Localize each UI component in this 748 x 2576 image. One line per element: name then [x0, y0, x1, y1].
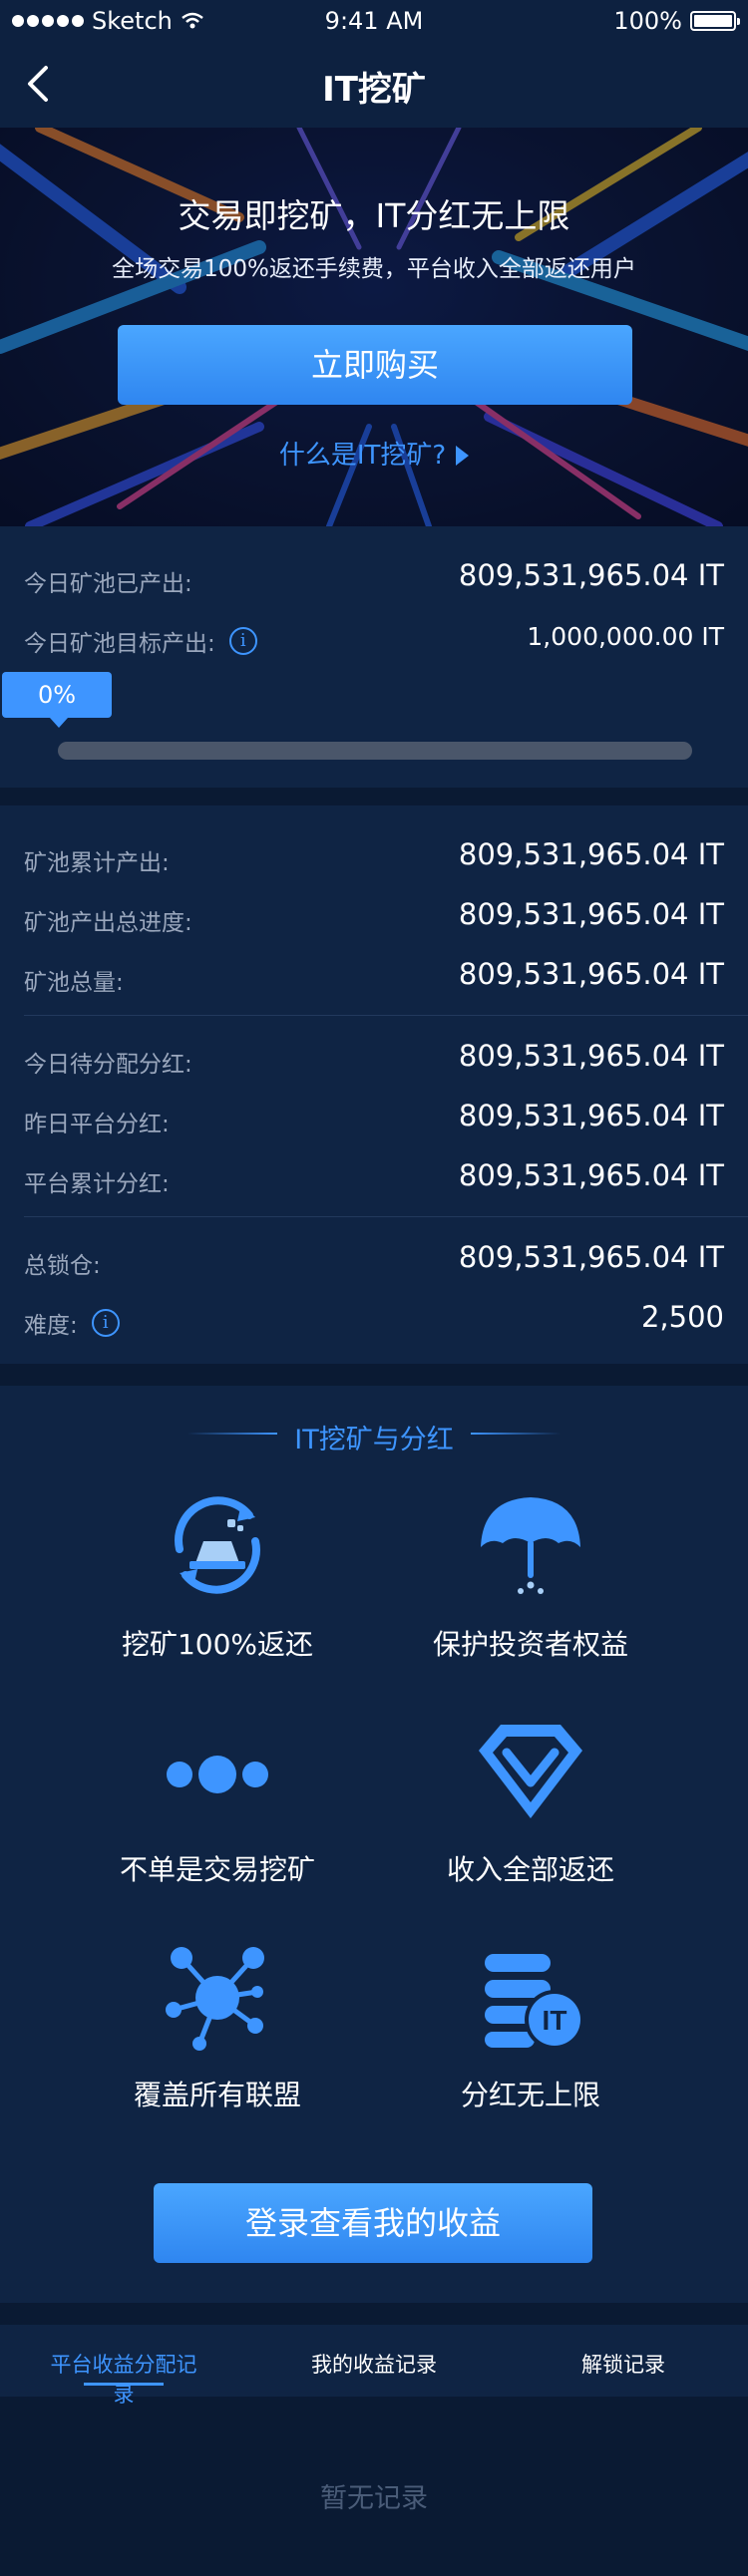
difficulty-label: 难度: [24, 1313, 78, 1339]
battery-percent: 100% [613, 7, 682, 35]
status-bar: Sketch 9:41 AM 100% [0, 0, 748, 40]
pool-total-label: 矿池总量: [24, 970, 124, 996]
feature-label: 不单是交易挖矿 [119, 1853, 315, 1886]
cumulative-dividend-row: 平台累计分红: 809,531,965.04 IT [24, 1158, 724, 1198]
network-icon [166, 1947, 264, 2051]
refresh-gold-icon [175, 1496, 260, 1594]
pool-total-value: 809,531,965.04 IT [458, 957, 724, 991]
diamond-icon [479, 1725, 582, 1818]
yesterday-dividend-label: 昨日平台分红: [24, 1112, 170, 1137]
feature-all-alliances: 覆盖所有联盟 [68, 1936, 367, 2113]
difficulty-value: 2,500 [640, 1300, 724, 1334]
tab-my-earnings[interactable]: 我的收益记录 [299, 2349, 449, 2379]
buy-now-button[interactable]: 立即购买 [118, 325, 632, 405]
total-locked-label: 总锁仓: [24, 1253, 101, 1279]
total-output-label: 矿池累计产出: [24, 850, 170, 876]
pool-total-row: 矿池总量: 809,531,965.04 IT [24, 957, 724, 997]
hero-subline: 全场交易100%返还手续费，平台收入全部返还用户 [112, 256, 636, 282]
battery-group: 100% [613, 7, 740, 35]
hero-banner: 交易即挖矿，IT分红无上限 全场交易100%返还手续费，平台收入全部返还用户 立… [0, 128, 748, 526]
feature-mining-refund: 挖矿100%返还 [68, 1485, 367, 1663]
svg-text:IT: IT [543, 2005, 567, 2036]
today-target-row: 今日矿池目标产出: i 1,000,000.00 IT [24, 618, 724, 658]
login-view-earnings-button[interactable]: 登录查看我的收益 [154, 2183, 592, 2263]
output-progress-value: 809,531,965.04 IT [458, 897, 724, 931]
play-triangle-icon [456, 446, 470, 466]
pending-dividend-label: 今日待分配分红: [24, 1052, 192, 1078]
empty-records-text: 暂无记录 [320, 2483, 428, 2514]
stats-divider [24, 1216, 748, 1217]
cumulative-dividend-label: 平台累计分红: [24, 1171, 170, 1197]
feature-beyond-trade-mining: 不单是交易挖矿 [68, 1711, 367, 1888]
feature-investor-protection: 保护投资者权益 [381, 1485, 680, 1663]
feature-label: 保护投资者权益 [432, 1628, 628, 1661]
active-tab-indicator [84, 2383, 164, 2386]
feature-label: 挖矿100%返还 [121, 1628, 314, 1661]
today-target-value: 1,000,000.00 IT [527, 622, 724, 651]
today-target-label: 今日矿池目标产出: [24, 631, 215, 657]
feature-label: 收入全部返还 [446, 1853, 614, 1886]
pending-dividend-row: 今日待分配分红: 809,531,965.04 IT [24, 1039, 724, 1079]
hero-headline: 交易即挖矿，IT分红无上限 [178, 196, 570, 235]
today-produced-row: 今日矿池已产出: 809,531,965.04 IT [24, 558, 724, 598]
what-is-it-mining-label: 什么是IT挖矿? [278, 441, 447, 471]
three-dots-icon [167, 1756, 268, 1793]
info-icon[interactable]: i [91, 1309, 120, 1337]
today-target-label-group: 今日矿池目标产出: i [24, 624, 257, 658]
features-section-title: IT挖矿与分红 [294, 1425, 454, 1455]
tab-platform-distribution[interactable]: 平台收益分配记录 [44, 2349, 203, 2409]
total-locked-row: 总锁仓: 809,531,965.04 IT [24, 1240, 724, 1280]
difficulty-label-group: 难度: i [24, 1306, 120, 1340]
nav-bar: IT挖矿 [0, 40, 748, 128]
output-progress-row: 矿池产出总进度: 809,531,965.04 IT [24, 897, 724, 937]
feature-income-return: 收入全部返还 [381, 1711, 680, 1888]
feature-label: 分红无上限 [460, 2079, 600, 2111]
info-icon[interactable]: i [228, 627, 257, 655]
stats-divider [24, 1015, 748, 1016]
progress-percent-tag: 0% [2, 672, 112, 728]
pending-dividend-value: 809,531,965.04 IT [458, 1039, 724, 1073]
difficulty-row: 难度: i 2,500 [24, 1300, 724, 1340]
total-output-value: 809,531,965.04 IT [458, 837, 724, 871]
section-title-line-right [471, 1433, 561, 1435]
records-tab-bar: 平台收益分配记录 我的收益记录 解锁记录 [0, 2325, 748, 2407]
page-title: IT挖矿 [322, 70, 426, 110]
what-is-it-mining-link[interactable]: 什么是IT挖矿? [0, 435, 748, 472]
tab-unlock-records[interactable]: 解锁记录 [568, 2349, 678, 2379]
output-progress-label: 矿池产出总进度: [24, 910, 192, 936]
pool-stats-card [0, 805, 748, 1364]
feature-label: 覆盖所有联盟 [133, 2079, 301, 2111]
cumulative-dividend-value: 809,531,965.04 IT [458, 1158, 724, 1192]
progress-bar [58, 742, 692, 760]
total-locked-value: 809,531,965.04 IT [458, 1240, 724, 1274]
total-output-row: 矿池累计产出: 809,531,965.04 IT [24, 837, 724, 877]
today-produced-label: 今日矿池已产出: [24, 571, 192, 597]
today-produced-value: 809,531,965.04 IT [458, 558, 724, 592]
yesterday-dividend-row: 昨日平台分红: 809,531,965.04 IT [24, 1099, 724, 1138]
battery-icon [690, 11, 740, 31]
feature-unlimited-dividend: IT 分红无上限 [381, 1936, 680, 2113]
umbrella-icon [481, 1497, 580, 1594]
yesterday-dividend-value: 809,531,965.04 IT [458, 1099, 724, 1132]
coin-stack-icon: IT [485, 1954, 584, 2050]
